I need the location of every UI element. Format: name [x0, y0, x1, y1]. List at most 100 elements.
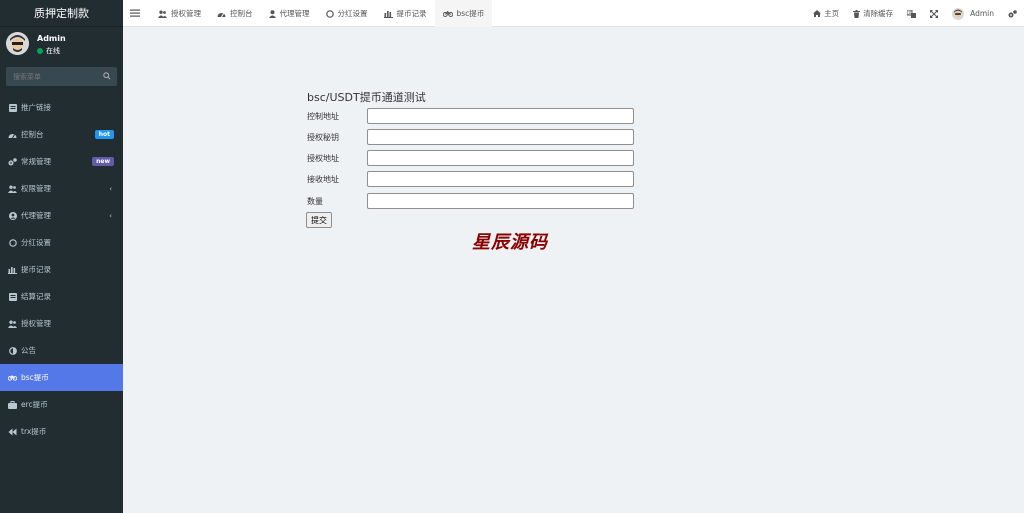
online-dot-icon	[37, 48, 43, 54]
bar-chart-icon	[8, 265, 17, 274]
sidebar-item-label: erc提币	[21, 400, 48, 409]
field-label: 授权地址	[307, 153, 339, 163]
field-label: 数量	[307, 196, 323, 206]
receive-address-input[interactable]	[367, 171, 634, 187]
user-name: Admin	[37, 34, 66, 43]
bar-chart-icon	[383, 10, 393, 18]
tab-label: bsc提币	[456, 9, 485, 18]
page-tabs: 授权管理 控制台 代理管理 分红设置 提币记录 bsc提币	[150, 0, 493, 27]
tab-label: 提币记录	[396, 9, 427, 18]
form-row-amount: 数量	[307, 193, 634, 209]
form-title: bsc/USDT提币通道测试	[307, 91, 426, 104]
sidebar-item-label: trx提币	[21, 427, 47, 436]
home-icon	[813, 10, 822, 17]
clear-cache-label: 清除缓存	[863, 9, 894, 18]
tab-dividend[interactable]: 分红设置	[318, 0, 376, 27]
sidebar-item-dividend[interactable]: 分红设置	[0, 229, 123, 256]
sidebar-item-trx-withdraw[interactable]: trx提币	[0, 418, 123, 445]
main-content: bsc/USDT提币通道测试 控制地址 授权秘钥 授权地址 接收地址 数量 提交…	[123, 28, 1024, 513]
amount-input[interactable]	[367, 193, 634, 209]
chevron-left-icon: ‹	[109, 212, 112, 220]
users-icon	[8, 319, 17, 328]
control-address-input[interactable]	[367, 108, 634, 124]
tab-label: 控制台	[230, 9, 253, 18]
brand-title[interactable]: 质押定制款	[0, 0, 123, 27]
tab-authorization[interactable]: 授权管理	[150, 0, 209, 27]
sidebar-item-permissions[interactable]: 权限管理 ‹	[0, 175, 123, 202]
list-icon	[8, 103, 17, 112]
sidebar-item-announcement[interactable]: 公告	[0, 337, 123, 364]
tab-label: 分红设置	[337, 9, 368, 18]
tab-label: 授权管理	[171, 9, 201, 18]
sidebar-item-dashboard[interactable]: 控制台 hot	[0, 121, 123, 148]
form-row-receive-address: 接收地址	[307, 171, 634, 187]
user-status: 在线	[37, 46, 60, 56]
fullscreen-button[interactable]	[923, 0, 945, 27]
bicycle-icon	[442, 10, 453, 17]
sidebar-item-label: 常规管理	[21, 157, 51, 166]
sidebar-item-agents[interactable]: 代理管理 ‹	[0, 202, 123, 229]
submit-button[interactable]: 提交	[306, 212, 332, 228]
tab-agents[interactable]: 代理管理	[261, 0, 318, 27]
users-icon	[158, 10, 167, 18]
avatar	[952, 7, 965, 20]
sidebar-item-label: 权限管理	[21, 184, 51, 193]
clear-cache-button[interactable]: 清除缓存	[846, 0, 900, 27]
language-icon: 文	[907, 9, 917, 18]
users-icon	[8, 184, 17, 193]
sidebar-item-label: 提币记录	[21, 265, 51, 274]
form-row-auth-key: 授权秘钥	[307, 129, 634, 145]
sidebar-item-label: 公告	[21, 346, 36, 355]
field-label: 接收地址	[307, 174, 339, 184]
settings-button[interactable]	[1001, 0, 1024, 27]
user-circle-icon	[8, 211, 17, 220]
hot-badge: hot	[94, 130, 114, 139]
sidebar-item-erc-withdraw[interactable]: erc提币	[0, 391, 123, 418]
dashboard-icon	[217, 12, 226, 17]
user-status-text: 在线	[46, 47, 60, 55]
sidebar-item-label: 代理管理	[21, 211, 51, 220]
tab-bsc-withdraw[interactable]: bsc提币	[434, 0, 493, 27]
trash-icon	[853, 9, 861, 18]
tab-withdraw-records[interactable]: 提币记录	[376, 0, 435, 27]
search-input[interactable]	[6, 67, 96, 86]
sidebar-item-label: bsc提币	[21, 373, 49, 382]
fullscreen-icon	[930, 9, 939, 18]
sidebar-item-authorization[interactable]: 授权管理	[0, 310, 123, 337]
avatar	[6, 32, 29, 55]
list-icon	[8, 292, 17, 301]
form-row-control-address: 控制地址	[307, 108, 634, 124]
sidebar-item-withdraw-records[interactable]: 提币记录	[0, 256, 123, 283]
sidebar-search	[6, 67, 117, 86]
tab-dashboard[interactable]: 控制台	[209, 0, 261, 27]
sidebar-item-general[interactable]: 常规管理 new	[0, 148, 123, 175]
sidebar-item-promo-link[interactable]: 推广链接	[0, 94, 123, 121]
form-row-auth-address: 授权地址	[307, 150, 634, 166]
field-label: 授权秘钥	[307, 132, 339, 142]
circle-icon	[325, 9, 334, 18]
auth-address-input[interactable]	[367, 150, 634, 166]
search-icon[interactable]	[103, 72, 111, 80]
tab-label: 代理管理	[279, 9, 310, 18]
sidebar-item-label: 分红设置	[21, 238, 51, 247]
admin-label: Admin	[970, 9, 994, 18]
top-navbar: 授权管理 控制台 代理管理 分红设置 提币记录 bsc提币 主页 清除缓存 文 …	[123, 0, 1024, 27]
translate-button[interactable]: 文	[900, 0, 923, 27]
sidebar-item-settlement[interactable]: 结算记录	[0, 283, 123, 310]
sidebar-menu: 推广链接 控制台 hot 常规管理 new 权限管理 ‹ 代理管理 ‹ 分红设置	[0, 94, 123, 445]
dashboard-icon	[8, 130, 17, 139]
backward-icon	[8, 427, 17, 436]
sidebar-item-label: 推广链接	[21, 103, 51, 112]
half-circle-icon	[8, 346, 17, 355]
hamburger-menu-icon[interactable]	[130, 8, 140, 18]
sidebar-item-label: 结算记录	[21, 292, 51, 301]
sidebar-item-bsc-withdraw[interactable]: bsc提币	[0, 364, 123, 391]
sidebar-item-label: 控制台	[21, 130, 44, 139]
field-label: 控制地址	[307, 111, 339, 121]
user-panel: Admin 在线	[0, 27, 123, 65]
auth-key-input[interactable]	[367, 129, 634, 145]
cogs-icon	[8, 157, 17, 166]
user-icon	[268, 9, 276, 18]
user-menu[interactable]: Admin	[945, 0, 1001, 27]
home-link[interactable]: 主页	[806, 0, 846, 27]
